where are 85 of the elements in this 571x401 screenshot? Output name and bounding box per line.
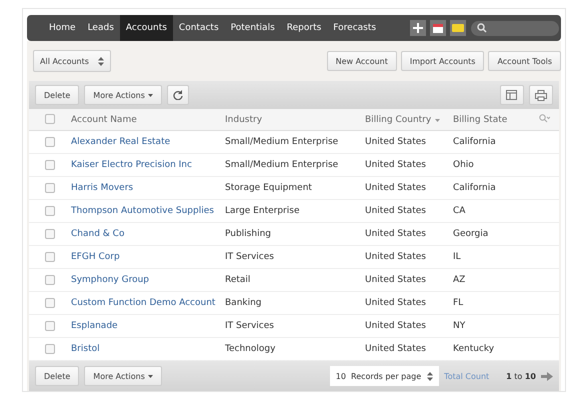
column-header[interactable]: Account Name [71,114,137,124]
refresh-icon[interactable] [166,85,189,105]
row-checkbox[interactable] [45,252,55,262]
table-cell: Publishing [225,229,271,239]
stepper-icon [98,56,104,66]
toolbar-button[interactable]: New Account [326,51,397,71]
search-icon [477,23,488,33]
account-link[interactable]: Bristol [71,344,100,354]
table-cell: United States [365,160,426,170]
table-cell: Georgia [453,229,488,239]
table-cell: Large Enterprise [225,206,300,216]
table-cell: United States [365,344,426,354]
add-icon[interactable] [410,20,426,36]
table-cell: Kentucky [453,344,494,354]
table-cell: FL [453,298,464,308]
more-actions-button[interactable]: More Actions [84,366,162,386]
sort-icon[interactable] [435,118,440,122]
records-per-page-select[interactable]: 10 Records per page [330,366,440,386]
table-cell: Technology [225,344,276,354]
nav-tab[interactable]: Home [43,15,82,41]
table-cell: Small/Medium Enterprise [225,137,338,147]
account-link[interactable]: Symphony Group [71,275,150,285]
mail-icon[interactable] [450,20,466,36]
more-actions-button[interactable]: More Actions [84,85,162,105]
table-cell: Retail [225,275,250,285]
nav-tab[interactable]: Reports [280,15,328,41]
account-link[interactable]: Thompson Automotive Supplies [71,206,214,216]
next-page-icon[interactable] [541,372,553,380]
row-checkbox[interactable] [45,136,55,147]
print-icon[interactable] [529,85,553,105]
nav-tab[interactable]: Accounts [120,15,173,41]
caret-icon [148,94,153,96]
account-link[interactable]: Esplanade [71,321,118,331]
account-link[interactable]: Alexander Real Estate [71,137,170,147]
toolbar-button[interactable]: Import Accounts [400,51,484,71]
table-cell: IT Services [225,252,274,262]
table-cell: United States [365,275,426,285]
delete-button[interactable]: Delete [35,85,80,105]
search-field[interactable] [471,20,560,36]
account-link[interactable]: Kaiser Electro Precision Inc [71,160,192,170]
table-cell: California [453,137,496,147]
table-cell: United States [365,137,426,147]
table-cell: Small/Medium Enterprise [225,160,338,170]
account-link[interactable]: Chand & Co [71,229,124,239]
toolbar-button[interactable]: Account Tools [488,51,561,71]
nav-tab[interactable]: Leads [82,15,120,41]
view-select[interactable]: All Accounts [33,50,111,72]
row-checkbox[interactable] [45,344,55,354]
account-link[interactable]: Harris Movers [71,183,134,193]
stepper-icon[interactable] [427,372,434,380]
search-icon[interactable] [539,114,550,122]
table-cell: United States [365,183,426,193]
row-checkbox[interactable] [45,160,55,170]
row-checkbox[interactable] [45,298,55,308]
page-range: 1 to 10 [506,372,536,380]
table-cell: CA [453,206,466,216]
account-link[interactable]: Custom Function Demo Account [71,298,216,308]
table-cell: California [453,183,496,193]
caret-icon [148,374,153,378]
table-cell: NY [453,321,466,331]
nav-tab[interactable]: Potentials [224,15,281,41]
nav-tab[interactable]: Contacts [172,15,225,41]
columns-icon[interactable] [500,85,524,105]
table-cell: United States [365,206,426,216]
row-checkbox[interactable] [45,228,55,239]
calendar-icon[interactable] [430,20,446,36]
row-checkbox[interactable] [45,182,55,193]
account-link[interactable]: EFGH Corp [71,252,120,262]
table-cell: United States [365,321,426,331]
table-cell: Ohio [453,160,474,170]
table-cell: AZ [453,275,466,285]
row-checkbox[interactable] [45,206,55,216]
row-checkbox[interactable] [45,320,55,331]
table-cell: IT Services [225,321,274,331]
table-cell: United States [365,298,426,308]
table-cell: United States [365,229,426,239]
select-all-checkbox[interactable] [45,114,55,124]
table-cell: Banking [225,298,262,308]
nav-tab[interactable]: Forecasts [327,15,382,41]
column-header[interactable]: Industry [225,114,262,124]
delete-button[interactable]: Delete [35,366,80,386]
table-cell: IL [453,252,461,262]
row-checkbox[interactable] [45,274,55,285]
table-cell: Storage Equipment [225,183,312,193]
table-cell: United States [365,252,426,262]
